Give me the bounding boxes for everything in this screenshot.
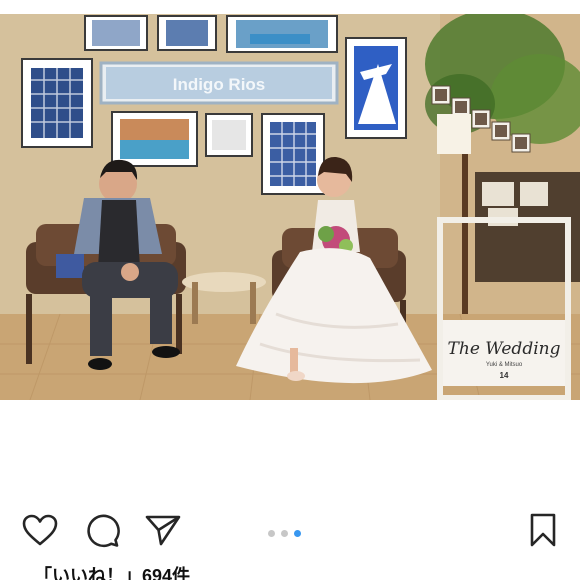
carousel-dot	[268, 530, 275, 537]
board-date: 14	[500, 371, 509, 380]
carousel-dot	[281, 530, 288, 537]
instagram-post: Indigo Rios The Wedding Yuki & Mitsuo 14…	[0, 0, 580, 580]
post-action-bar	[0, 508, 580, 560]
board-title: The Wedding	[448, 339, 561, 359]
post-photo[interactable]: Indigo Rios The Wedding Yuki & Mitsuo 14	[0, 14, 580, 400]
heart-icon[interactable]	[18, 508, 62, 552]
comment-bubble-icon[interactable]	[80, 508, 124, 552]
board-subtitle: Yuki & Mitsuo	[486, 362, 523, 368]
top-spacer	[0, 0, 580, 14]
bookmark-icon[interactable]	[521, 508, 565, 552]
paper-plane-icon[interactable]	[141, 508, 185, 552]
wall-sign-text: Indigo Rios	[173, 75, 266, 94]
likes-count[interactable]: 「いいね！」694件	[34, 566, 190, 580]
carousel-dot-active	[294, 530, 301, 537]
wall-frame	[84, 15, 148, 51]
carousel-indicator	[268, 530, 301, 537]
